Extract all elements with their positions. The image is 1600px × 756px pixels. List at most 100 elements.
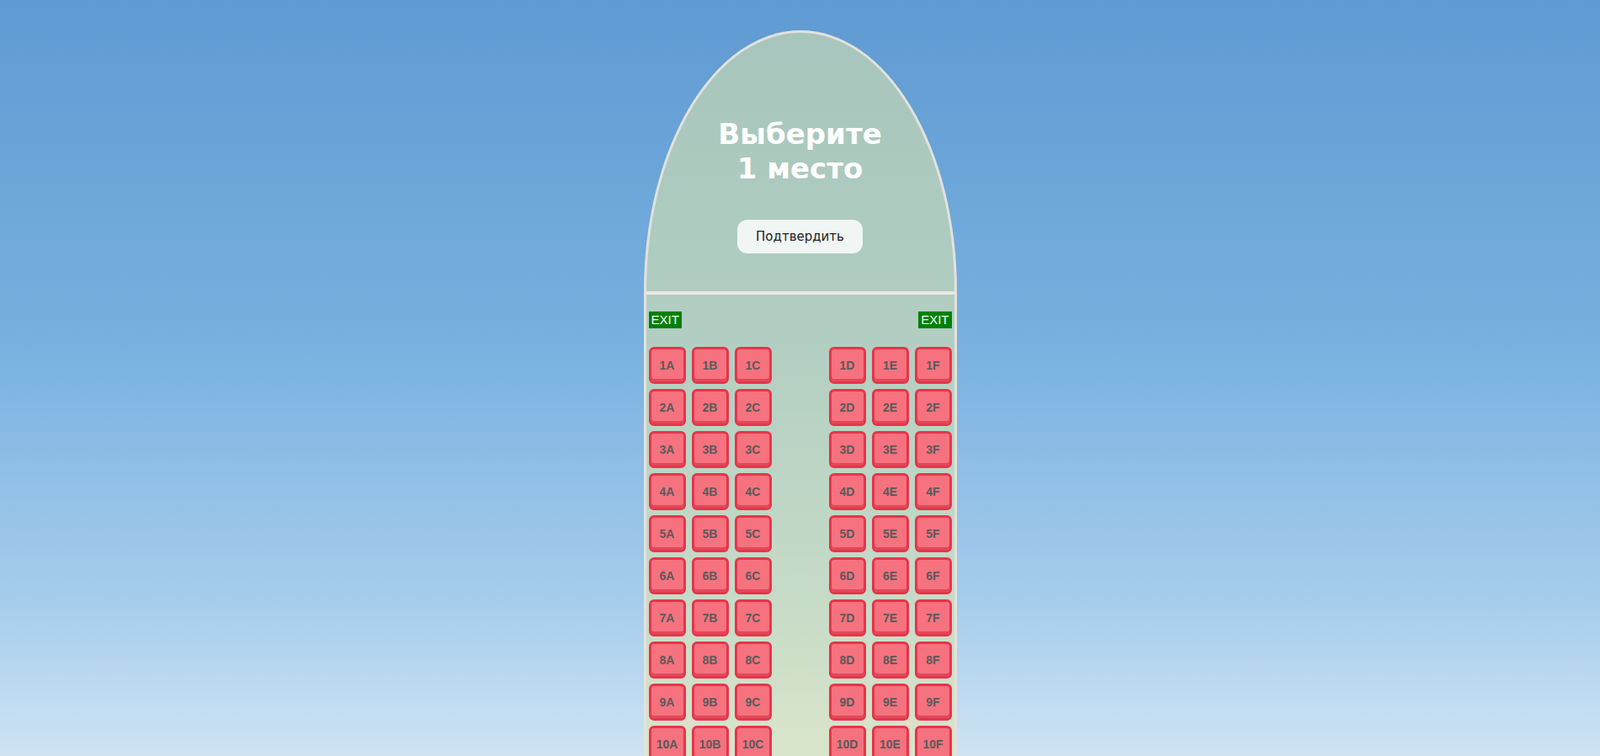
seat[interactable]: 3B xyxy=(691,430,729,468)
seat[interactable]: 10C xyxy=(734,725,772,756)
seat[interactable]: 9F xyxy=(914,683,952,721)
seat-row: 10A10B10C 10D10E10F xyxy=(648,725,952,756)
seat[interactable]: 2E xyxy=(871,388,909,426)
seat-group: 4A4B4C xyxy=(648,473,772,511)
seat[interactable]: 8B xyxy=(691,641,729,679)
seat[interactable]: 9E xyxy=(871,683,909,721)
seat[interactable]: 3D xyxy=(829,430,867,468)
seat-group: 2D2E2F xyxy=(829,388,952,426)
seat-group: 1A1B1C xyxy=(648,346,772,384)
seat[interactable]: 1E xyxy=(871,346,909,384)
seat-row: 4A4B4C 4D4E4F xyxy=(648,473,952,511)
seat[interactable]: 7D xyxy=(829,599,867,637)
seat-group: 6D6E6F xyxy=(829,557,952,595)
seat-group: 10A10B10C xyxy=(648,725,772,756)
seat[interactable]: 1D xyxy=(829,346,867,384)
seat[interactable]: 7C xyxy=(734,599,772,637)
page: Выберите 1 местоПодтвердитьEXITEXIT1A1B1… xyxy=(0,0,1600,756)
seat-group: 10D10E10F xyxy=(829,725,952,756)
seat-map: 1A1B1C 1D1E1F 2A2B2C 2D2E2F 3A3B3C 3D3E3F 4A4B… xyxy=(648,346,952,756)
confirm-button[interactable]: Подтвердить xyxy=(737,219,863,255)
cabin: EXIT EXIT 1A1B1C 1D1E1F 2A2B2C 2D2E2F 3A3B3C 3D… xyxy=(643,294,957,756)
seat[interactable]: 3A xyxy=(648,430,686,468)
seat-group: 3A3B3C xyxy=(648,430,772,468)
seat[interactable]: 5A xyxy=(648,515,686,553)
plane-nose: Выберите 1 место Подтвердить xyxy=(643,30,957,292)
seat[interactable]: 2C xyxy=(734,388,772,426)
seat[interactable]: 4C xyxy=(734,473,772,511)
seat[interactable]: 8A xyxy=(648,641,686,679)
seat[interactable]: 9B xyxy=(691,683,729,721)
seat[interactable]: 5D xyxy=(829,515,867,553)
seat[interactable]: 5F xyxy=(914,515,952,553)
seat[interactable]: 2F xyxy=(914,388,952,426)
seat-group: 4D4E4F xyxy=(829,473,952,511)
seat[interactable]: 5B xyxy=(691,515,729,553)
seat[interactable]: 4D xyxy=(829,473,867,511)
seat[interactable]: 8E xyxy=(871,641,909,679)
seat[interactable]: 10B xyxy=(691,725,729,756)
seat[interactable]: 1F xyxy=(914,346,952,384)
exit-sign: EXIT xyxy=(918,311,952,329)
seat-group: 5D5E5F xyxy=(829,515,952,553)
seat[interactable]: 4A xyxy=(648,473,686,511)
seat[interactable]: 6E xyxy=(871,557,909,595)
seat[interactable]: 10A xyxy=(648,725,686,756)
seat-group: 6A6B6C xyxy=(648,557,772,595)
seat[interactable]: 7E xyxy=(871,599,909,637)
exit-sign: EXIT xyxy=(648,311,682,329)
seat[interactable]: 4F xyxy=(914,473,952,511)
seat-group: 1D1E1F xyxy=(829,346,952,384)
seat[interactable]: 10E xyxy=(871,725,909,756)
seat[interactable]: 10F xyxy=(914,725,952,756)
seat[interactable]: 3E xyxy=(871,430,909,468)
seat-row: 6A6B6C 6D6E6F xyxy=(648,557,952,595)
seat[interactable]: 3C xyxy=(734,430,772,468)
seat[interactable]: 2B xyxy=(691,388,729,426)
seat-group: 9D9E9F xyxy=(829,683,952,721)
seat[interactable]: 1A xyxy=(648,346,686,384)
seat-row: 3A3B3C 3D3E3F xyxy=(648,430,952,468)
seat-row: 1A1B1C 1D1E1F xyxy=(648,346,952,384)
seat-group: 8A8B8C xyxy=(648,641,772,679)
seat[interactable]: 2D xyxy=(829,388,867,426)
seat[interactable]: 7A xyxy=(648,599,686,637)
seat[interactable]: 1B xyxy=(691,346,729,384)
seat-row: 5A5B5C 5D5E5F xyxy=(648,515,952,553)
seat[interactable]: 4B xyxy=(691,473,729,511)
seat[interactable]: 8D xyxy=(829,641,867,679)
seat-group: 7A7B7C xyxy=(648,599,772,637)
seat-row: 8A8B8C 8D8E8F xyxy=(648,641,952,679)
seat-row: 2A2B2C 2D2E2F xyxy=(648,388,952,426)
seat[interactable]: 8C xyxy=(734,641,772,679)
seat-group: 7D7E7F xyxy=(829,599,952,637)
seat[interactable]: 7B xyxy=(691,599,729,637)
seat[interactable]: 9A xyxy=(648,683,686,721)
seat-row: 7A7B7C 7D7E7F xyxy=(648,599,952,637)
title: Выберите 1 место xyxy=(707,116,894,187)
seat[interactable]: 6F xyxy=(914,557,952,595)
seat[interactable]: 8F xyxy=(914,641,952,679)
seat-row: 9A9B9C 9D9E9F xyxy=(648,683,952,721)
seat-group: 3D3E3F xyxy=(829,430,952,468)
seat[interactable]: 5C xyxy=(734,515,772,553)
seat[interactable]: 6A xyxy=(648,557,686,595)
seat[interactable]: 9C xyxy=(734,683,772,721)
seat[interactable]: 6D xyxy=(829,557,867,595)
seat-group: 9A9B9C xyxy=(648,683,772,721)
seat[interactable]: 1C xyxy=(734,346,772,384)
seat-group: 8D8E8F xyxy=(829,641,952,679)
exit-row: EXIT EXIT xyxy=(648,311,952,329)
seat[interactable]: 3F xyxy=(914,430,952,468)
seat[interactable]: 2A xyxy=(648,388,686,426)
seat[interactable]: 6C xyxy=(734,557,772,595)
seat[interactable]: 7F xyxy=(914,599,952,637)
seat[interactable]: 5E xyxy=(871,515,909,553)
seat[interactable]: 10D xyxy=(829,725,867,756)
seat-group: 2A2B2C xyxy=(648,388,772,426)
plane: Выберите 1 местоПодтвердитьEXITEXIT1A1B1… xyxy=(643,30,957,756)
seat[interactable]: 6B xyxy=(691,557,729,595)
seat[interactable]: 4E xyxy=(871,473,909,511)
seat-group: 5A5B5C xyxy=(648,515,772,553)
seat[interactable]: 9D xyxy=(829,683,867,721)
